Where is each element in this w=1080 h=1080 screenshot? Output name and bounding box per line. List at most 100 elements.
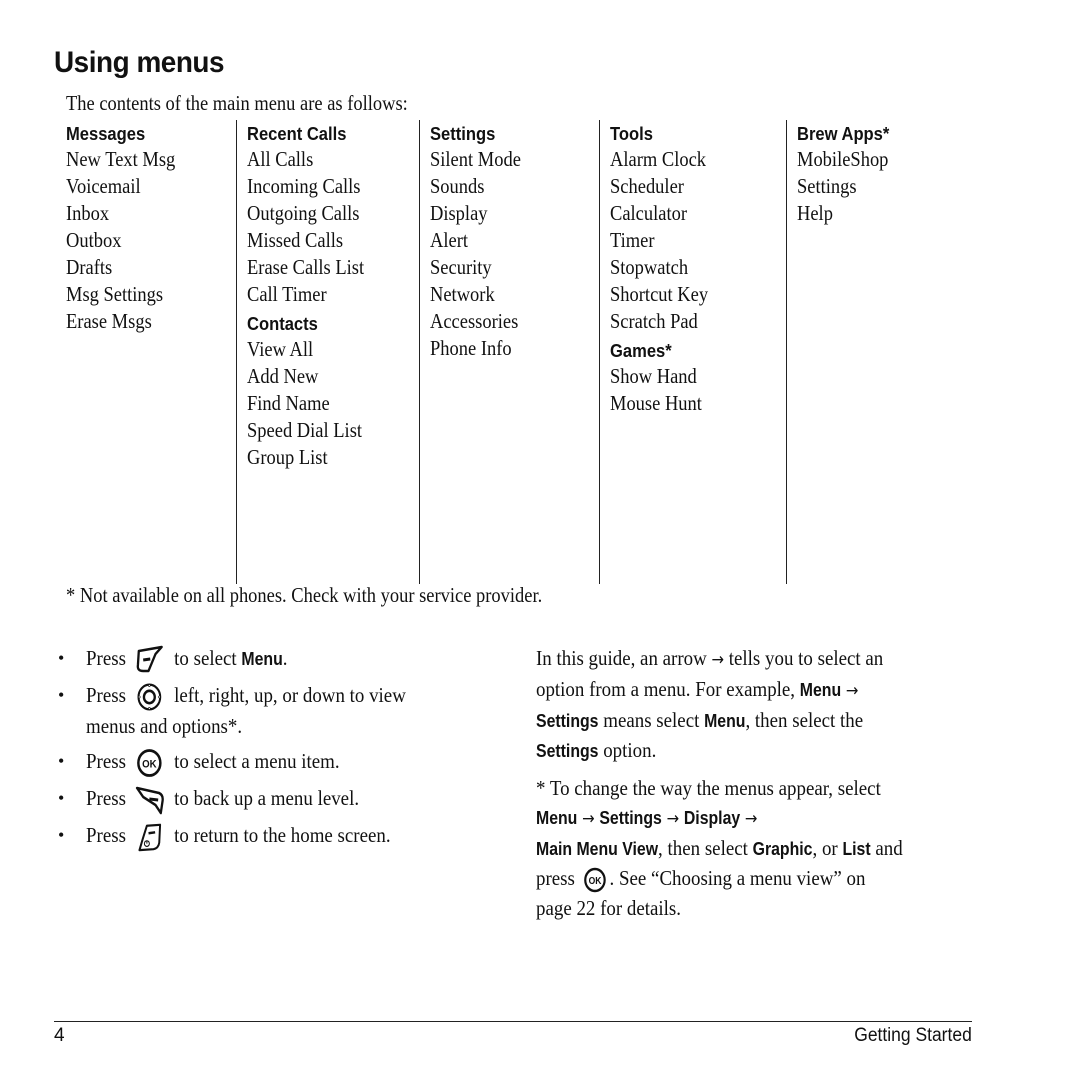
arrow-symbol: →	[666, 809, 680, 829]
note-text: , then select the	[745, 708, 864, 732]
note-text: option.	[598, 738, 657, 762]
bullet-marker: •	[58, 788, 65, 809]
press-label: Press	[86, 683, 126, 708]
graphic-keyword: Graphic	[752, 839, 813, 859]
menu-item: All Calls	[247, 147, 314, 171]
press-label: Press	[86, 646, 126, 670]
menu-item: Outgoing Calls	[247, 201, 360, 225]
note-text: press	[536, 866, 575, 890]
list-keyword: List	[842, 839, 871, 859]
instruction-text: left, right, up, or down to view	[174, 683, 406, 708]
menu-item: New Text Msg	[66, 147, 176, 171]
menu-item: Silent Mode	[430, 147, 521, 171]
list-item: • Press to select Menu.	[58, 644, 488, 675]
note-text: tells you to select an	[724, 646, 884, 670]
column-heading: Recent Calls	[247, 124, 347, 144]
note-text: , then select	[658, 836, 753, 860]
menu-column-tools: Tools Alarm Clock Scheduler Calculator T…	[599, 120, 708, 584]
bullet-marker: •	[58, 648, 65, 668]
ok-key-icon: OK	[136, 749, 162, 778]
menu-item: Incoming Calls	[247, 174, 361, 198]
intro-text: The contents of the main menu are as fol…	[66, 91, 408, 115]
note-text: and	[870, 836, 903, 860]
menu-item: Mouse Hunt	[610, 391, 702, 415]
menu-item: Calculator	[610, 201, 688, 225]
menu-item: Help	[797, 201, 833, 225]
instruction-text: to return to the home screen.	[174, 823, 391, 848]
column-subheading: Contacts	[247, 314, 318, 334]
list-item: • Press to return to the home screen.	[58, 821, 488, 852]
page-number: 4	[54, 1025, 65, 1046]
list-item: • Press OK to select a menu item.	[58, 747, 488, 778]
page-title: Using menus	[54, 46, 225, 79]
menu-item: Stopwatch	[610, 255, 689, 279]
column-heading: Messages	[66, 124, 146, 144]
instruction-text: menus and options*.	[86, 714, 243, 739]
column-heading: Brew Apps*	[797, 124, 890, 144]
menu-item: Network	[430, 282, 495, 306]
list-item: • Press left, right, up, or down to view…	[58, 681, 488, 741]
end-power-key-icon	[138, 824, 161, 852]
arrow-symbol: →	[582, 809, 595, 829]
column-content: Recent Calls All Calls Incoming Calls Ou…	[247, 122, 383, 471]
menu-item: Erase Msgs	[66, 309, 152, 333]
menu-item: Security	[430, 255, 492, 279]
menu-item: Display	[430, 201, 488, 225]
instruction-text: to select a menu item.	[174, 749, 340, 774]
settings-keyword: Settings	[536, 711, 599, 731]
menu-column-brew-apps: Brew Apps* MobileShop Settings Help	[786, 120, 889, 584]
menu-column-settings: Settings Silent Mode Sounds Display Aler…	[419, 120, 521, 584]
menu-item: Sounds	[430, 174, 485, 198]
bullet-marker: •	[58, 751, 65, 772]
display-keyword: Display	[683, 808, 741, 828]
main-menu-table: Messages New Text Msg Voicemail Inbox Ou…	[0, 120, 1080, 584]
menu-item: Scratch Pad	[610, 309, 698, 333]
ok-key-icon: OK	[583, 867, 606, 893]
menu-item: MobileShop	[797, 147, 889, 171]
column-content: Tools Alarm Clock Scheduler Calculator T…	[610, 122, 724, 417]
menu-item: Outbox	[66, 228, 122, 252]
settings-keyword: Settings	[536, 741, 599, 761]
menu-view-paragraph: * To change the way the menus appear, se…	[536, 774, 976, 923]
section-name: Getting Started	[854, 1025, 972, 1046]
column-heading: Settings	[430, 124, 496, 144]
key-instructions-list: • Press to select Menu. • Press left, ri…	[58, 644, 488, 858]
menu-item: Speed Dial List	[247, 418, 363, 442]
instruction-text: to select	[174, 646, 242, 670]
menu-item: Scheduler	[610, 174, 684, 198]
menu-keyword: Menu	[799, 680, 842, 700]
menu-item: Timer	[610, 228, 655, 252]
list-item: • Press to back up a menu level.	[58, 784, 488, 815]
menu-keyword: Menu	[241, 649, 283, 669]
bullet-marker: •	[58, 685, 65, 706]
menu-item: Add New	[247, 364, 319, 388]
footer-divider	[54, 1021, 972, 1022]
column-content: Messages New Text Msg Voicemail Inbox Ou…	[66, 122, 193, 335]
arrow-symbol: →	[711, 650, 725, 670]
menu-item: Call Timer	[247, 282, 327, 306]
press-label: Press	[86, 749, 126, 774]
column-content: Brew Apps* MobileShop Settings Help	[797, 122, 903, 227]
note-text: option from a menu. For example,	[536, 677, 800, 701]
menu-item: Accessories	[430, 309, 519, 333]
menu-item: Voicemail	[66, 174, 141, 198]
menu-item: Missed Calls	[247, 228, 344, 252]
menu-item: Phone Info	[430, 336, 512, 360]
menu-item: View All	[247, 337, 314, 361]
menu-item: Group List	[247, 445, 328, 469]
svg-text:OK: OK	[142, 759, 157, 771]
column-subheading: Games*	[610, 341, 672, 361]
menu-keyword: Menu	[536, 808, 578, 828]
arrow-symbol: →	[744, 809, 758, 829]
instruction-text: .	[282, 646, 288, 670]
note-text: , or	[812, 836, 843, 860]
left-softkey-icon	[136, 645, 163, 673]
note-text: . See “Choosing a menu view” on	[609, 866, 866, 890]
press-label: Press	[86, 786, 126, 811]
right-softkey-back-icon	[135, 786, 164, 815]
navigation-key-icon	[137, 683, 162, 711]
menu-item: Erase Calls List	[247, 255, 365, 279]
svg-text:OK: OK	[588, 876, 601, 887]
press-label: Press	[86, 823, 126, 848]
menu-item: Shortcut Key	[610, 282, 709, 306]
